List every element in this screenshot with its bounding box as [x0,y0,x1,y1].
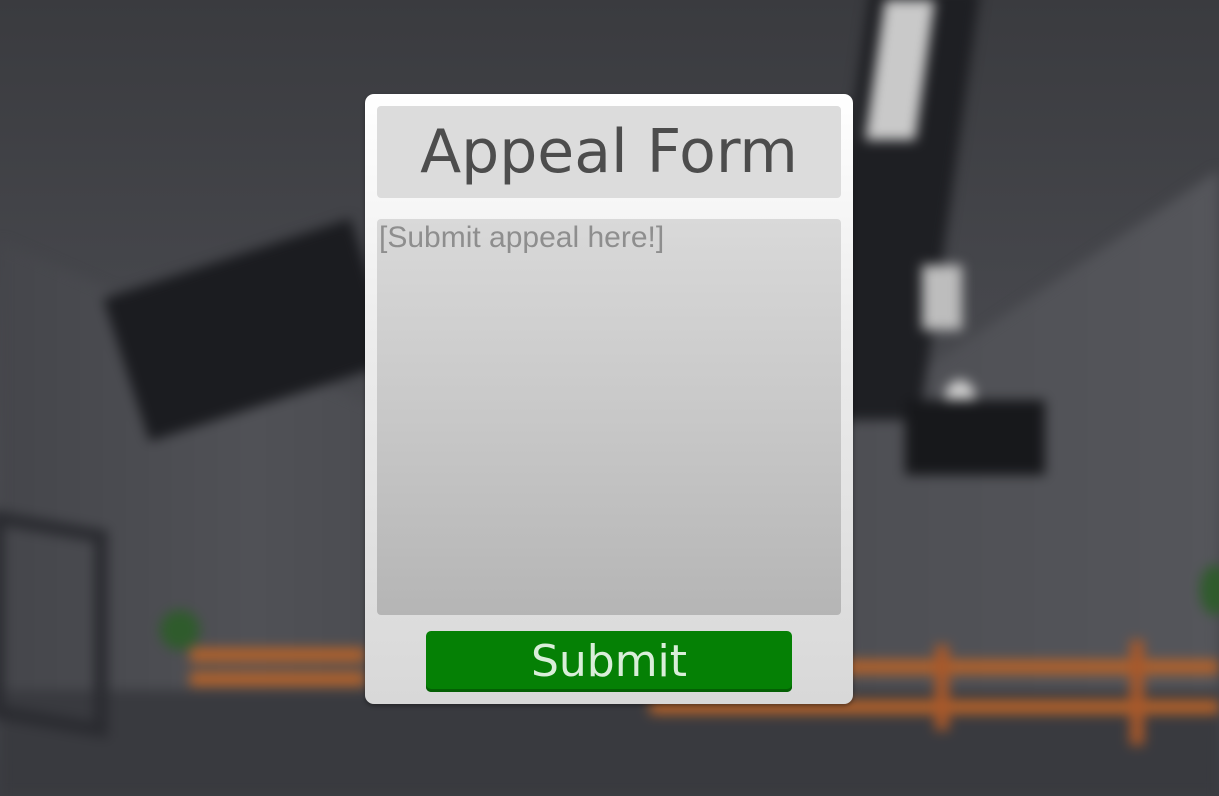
ceiling-light [922,265,962,330]
form-title: Appeal Form [420,117,798,187]
plant-decoration [160,610,200,650]
fence-post [935,645,949,730]
fence-post [1130,640,1144,745]
appeal-text-input[interactable] [377,219,841,615]
fence-rail [190,648,365,662]
submit-button[interactable]: Submit [426,631,792,692]
appeal-form-panel: Appeal Form Submit [365,94,853,704]
title-box: Appeal Form [377,106,841,198]
fence-rail [190,672,365,686]
wall-frame [0,509,108,739]
game-viewport: Appeal Form Submit [0,0,1219,796]
ceiling-fixture [905,400,1045,475]
